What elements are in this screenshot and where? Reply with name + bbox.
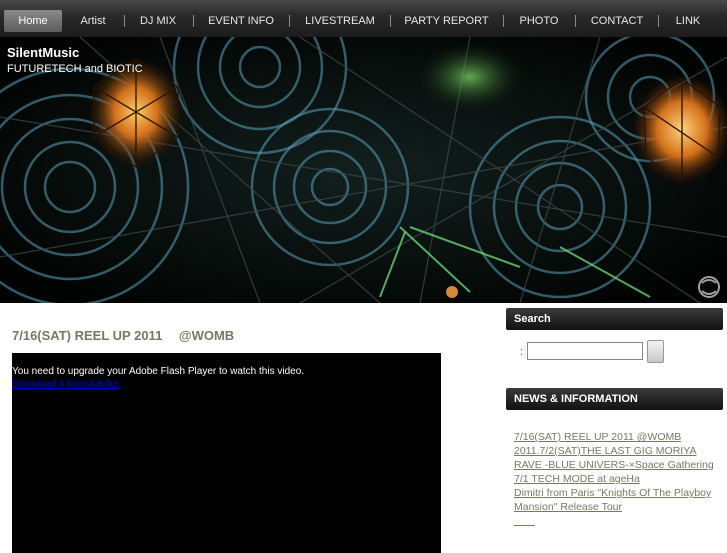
header-banner bbox=[0, 37, 727, 303]
flash-upgrade-message: You need to upgrade your Adobe Flash Pla… bbox=[12, 366, 305, 377]
flash-video-player[interactable]: You need to upgrade your Adobe Flash Pla… bbox=[12, 353, 441, 553]
nav-event-info[interactable]: EVENT INFO bbox=[198, 10, 284, 32]
news-item[interactable] bbox=[514, 514, 724, 528]
site-subtitle: FUTURETECH and BIOTIC bbox=[7, 63, 143, 75]
nav-contact[interactable]: CONTACT bbox=[580, 10, 654, 32]
nav-home[interactable]: Home bbox=[4, 10, 62, 32]
nav-separator bbox=[658, 15, 659, 27]
nav-list: Home Artist DJ MIX EVENT INFO LIVESTREAM… bbox=[0, 0, 727, 37]
nav-separator bbox=[124, 15, 125, 27]
sidebar: Search : NEWS & INFORMATION 7/16(SAT) RE… bbox=[502, 304, 727, 545]
main-navigation: Home Artist DJ MIX EVENT INFO LIVESTREAM… bbox=[0, 0, 727, 38]
search-label: : bbox=[520, 346, 524, 358]
nav-separator bbox=[289, 15, 290, 27]
news-item[interactable]: Dimitri from Paris "Knights Of The Playb… bbox=[514, 486, 724, 514]
search-button[interactable] bbox=[647, 340, 664, 363]
search-input[interactable] bbox=[527, 342, 643, 360]
post-title[interactable]: 7/16(SAT) REEL UP 2011 @WOMB bbox=[12, 325, 234, 344]
search-widget-title: Search bbox=[506, 308, 723, 330]
site-title[interactable]: SilentMusic bbox=[7, 45, 79, 60]
nav-link[interactable]: LINK bbox=[663, 10, 713, 32]
banner-image bbox=[0, 37, 727, 303]
nav-photo[interactable]: PHOTO bbox=[508, 10, 570, 32]
download-flash-link[interactable]: Download it from Adobe. bbox=[12, 379, 121, 390]
nav-dj-mix[interactable]: DJ MIX bbox=[128, 10, 188, 32]
news-item[interactable]: 7/1 TECH MODE at ageHa bbox=[514, 472, 724, 486]
news-item[interactable]: 7/16(SAT) REEL UP 2011 @WOMB bbox=[514, 430, 724, 444]
nav-separator bbox=[575, 15, 576, 27]
nav-party-report[interactable]: PARTY REPORT bbox=[395, 10, 498, 32]
news-widget-title: NEWS & INFORMATION bbox=[506, 388, 723, 410]
main-content: 7/16(SAT) REEL UP 2011 @WOMB You need to… bbox=[0, 304, 500, 553]
nav-separator bbox=[390, 15, 391, 27]
nav-separator bbox=[193, 15, 194, 27]
nav-separator bbox=[503, 15, 504, 27]
nav-artist[interactable]: Artist bbox=[66, 10, 120, 32]
nav-livestream[interactable]: LIVESTREAM bbox=[294, 10, 386, 32]
news-item[interactable]: 2011.7/2(SAT)THE LAST GIG MORIYA RAVE -B… bbox=[514, 444, 724, 472]
news-list: 7/16(SAT) REEL UP 2011 @WOMB 2011.7/2(SA… bbox=[514, 430, 724, 528]
